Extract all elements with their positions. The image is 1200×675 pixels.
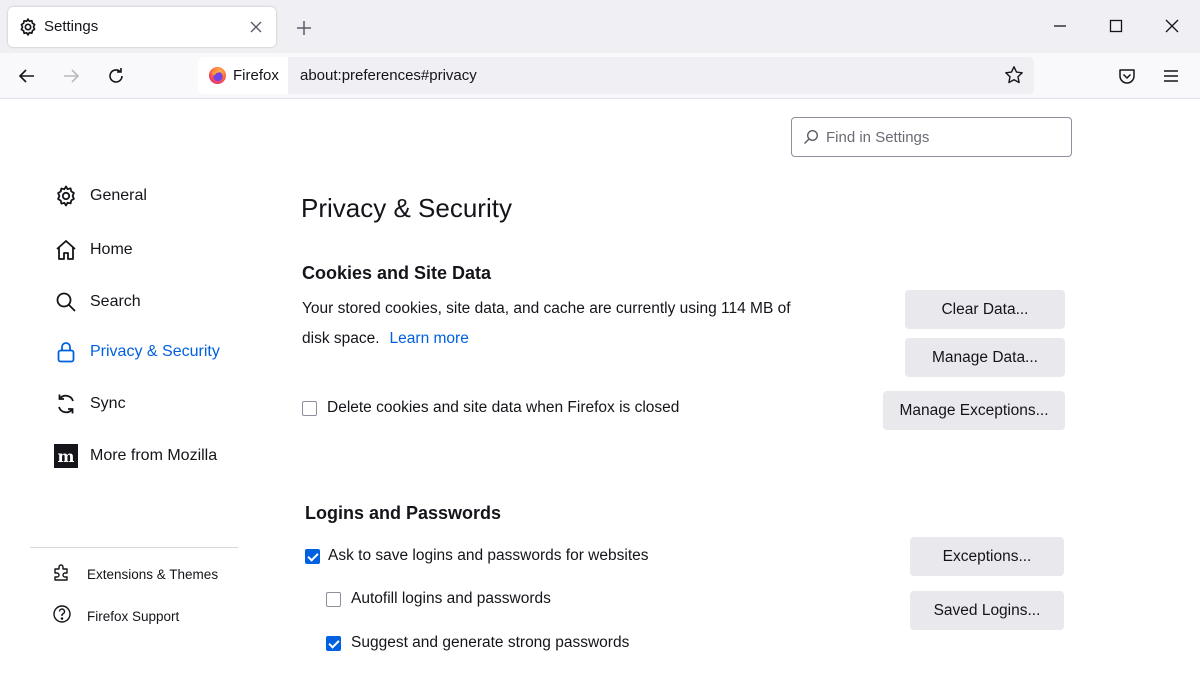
new-tab-button[interactable] [292,16,316,40]
logins-heading: Logins and Passwords [305,503,502,523]
help-icon [52,604,72,629]
suggest-strong-passwords-option[interactable]: Suggest and generate strong passwords [326,632,629,654]
clear-data-button[interactable]: Clear Data... [905,290,1065,329]
autofill-logins-checkbox[interactable] [326,591,341,607]
delete-cookies-on-close-option[interactable]: Delete cookies and site data when Firefo… [302,397,679,419]
tab-strip: Settings [0,0,1200,53]
sidebar-item-extensions-themes[interactable]: Extensions & Themes [52,562,218,587]
maximize-button[interactable] [1104,14,1128,38]
autofill-logins-option[interactable]: Autofill logins and passwords [326,588,551,610]
gear-icon [54,184,78,208]
mozilla-icon: m [54,444,78,468]
learn-more-link[interactable]: Learn more [390,330,469,347]
tab-title: Settings [44,18,99,35]
settings-search[interactable] [791,117,1072,157]
url-bar[interactable]: Firefox about:preferences#privacy [198,57,1034,94]
sidebar-item-label: More from Mozilla [90,447,218,464]
search-icon [54,290,78,314]
firefox-logo-icon [208,66,227,85]
close-window-button[interactable] [1160,14,1184,38]
sync-icon [54,392,78,416]
checkbox-label: Autofill logins and passwords [351,590,551,607]
cookies-heading: Cookies and Site Data [302,263,492,283]
forward-button[interactable] [58,63,84,89]
sidebar-item-label: Home [90,241,133,258]
close-tab-icon[interactable] [246,17,266,37]
ask-to-save-logins-option[interactable]: Ask to save logins and passwords for web… [305,545,649,567]
ask-to-save-logins-checkbox[interactable] [305,548,320,564]
url-text[interactable]: about:preferences#privacy [300,67,477,84]
sidebar-item-more-from-mozilla[interactable]: m More from Mozilla [54,441,217,471]
tab-settings[interactable]: Settings [8,7,276,47]
sidebar-item-label: General [90,187,147,204]
sidebar-item-privacy[interactable]: Privacy & Security [54,337,220,367]
identity-box[interactable]: Firefox [198,57,288,94]
navigation-toolbar: Firefox about:preferences#privacy [0,53,1200,99]
svg-text:m: m [58,447,75,466]
sidebar-divider [30,547,238,548]
menu-icon[interactable] [1158,63,1184,89]
sidebar-item-label: Sync [90,395,126,412]
checkbox-label: Delete cookies and site data when Firefo… [327,399,680,416]
puzzle-icon [52,562,72,587]
saved-logins-button[interactable]: Saved Logins... [910,591,1064,630]
bookmark-star-icon[interactable] [1004,65,1024,85]
cookies-description-text: disk space. [302,330,380,347]
checkbox-label: Ask to save logins and passwords for web… [328,547,649,564]
gear-icon [18,17,38,37]
home-icon [54,238,78,262]
search-input[interactable] [826,126,1061,148]
sidebar-item-home[interactable]: Home [54,235,133,265]
lock-icon [54,340,78,364]
sidebar-item-label: Search [90,293,141,310]
login-exceptions-button[interactable]: Exceptions... [910,537,1064,576]
sidebar-item-sync[interactable]: Sync [54,389,126,419]
delete-cookies-on-close-checkbox[interactable] [302,400,317,416]
manage-data-button[interactable]: Manage Data... [905,338,1065,377]
identity-label: Firefox [233,67,279,84]
sidebar-footer-label: Firefox Support [87,608,180,624]
suggest-strong-passwords-checkbox[interactable] [326,635,341,651]
sidebar-item-search[interactable]: Search [54,287,141,317]
reload-button[interactable] [103,63,129,89]
minimize-button[interactable] [1048,14,1072,38]
manage-exceptions-button[interactable]: Manage Exceptions... [883,391,1065,430]
sidebar-footer-label: Extensions & Themes [87,566,219,582]
cookies-description-line1: Your stored cookies, site data, and cach… [302,300,791,317]
pocket-icon[interactable] [1114,63,1140,89]
page-title: Privacy & Security [301,193,512,223]
search-icon [803,129,819,145]
sidebar-item-label: Privacy & Security [90,343,220,360]
sidebar-item-firefox-support[interactable]: Firefox Support [52,604,179,629]
cookies-description-line2: disk space. Learn more [302,330,469,348]
back-button[interactable] [14,63,40,89]
sidebar-item-general[interactable]: General [54,181,147,211]
checkbox-label: Suggest and generate strong passwords [351,634,630,651]
